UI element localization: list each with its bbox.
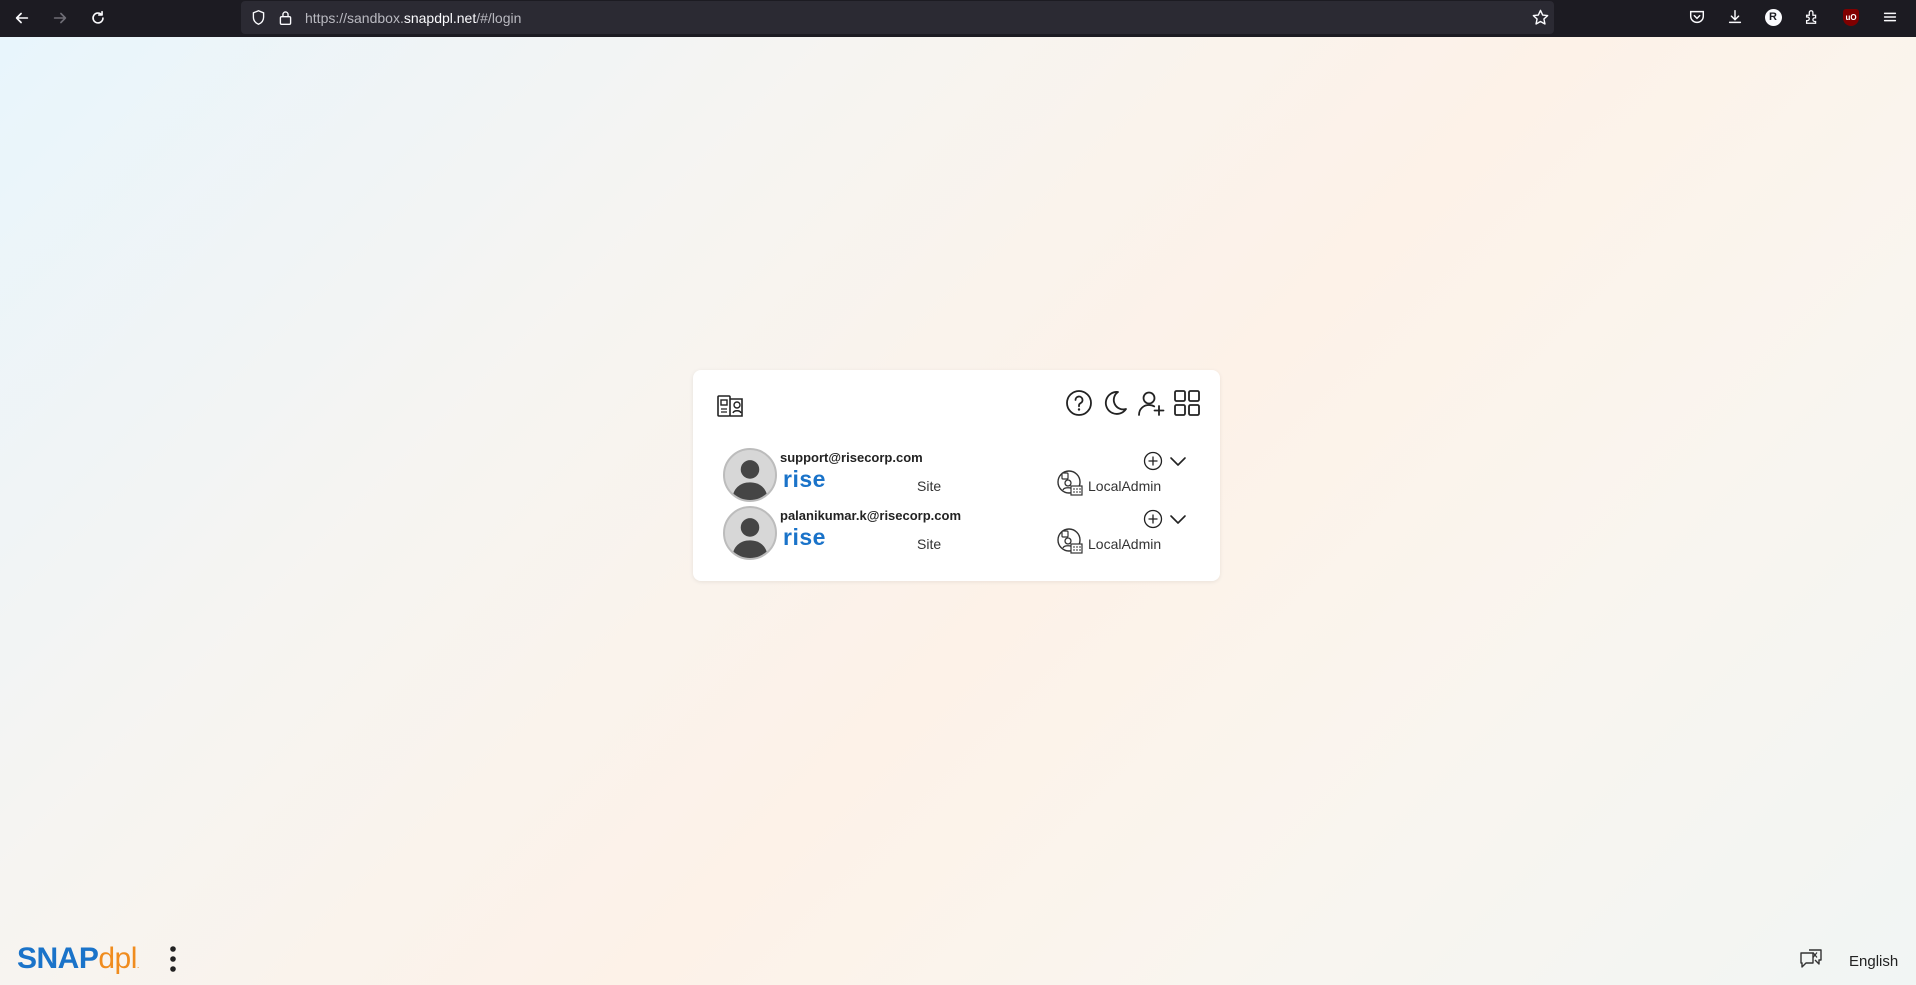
org-logo: rise: [783, 524, 826, 550]
chevron-down-icon[interactable]: [1169, 512, 1187, 526]
more-options-icon[interactable]: [164, 944, 182, 976]
local-admin-icon: [1056, 469, 1084, 497]
help-icon[interactable]: [1064, 388, 1094, 418]
pocket-icon[interactable]: [1687, 7, 1707, 27]
account-type: Site: [917, 536, 942, 552]
account-row[interactable]: support@risecorp.com rise Site LocalAdmi…: [723, 448, 1203, 504]
account-email: palanikumar.k@risecorp.com: [780, 508, 962, 523]
account-email: support@risecorp.com: [780, 450, 923, 465]
add-circle-icon[interactable]: [1143, 509, 1163, 529]
url-text[interactable]: https://sandbox.snapdpl.net/#/login: [305, 10, 521, 26]
url-bar[interactable]: https://sandbox.snapdpl.net/#/login: [241, 1, 1554, 34]
download-icon[interactable]: [1725, 7, 1745, 27]
account-role: LocalAdmin: [1088, 536, 1162, 552]
add-circle-icon[interactable]: [1143, 451, 1163, 471]
add-user-icon[interactable]: [1136, 388, 1166, 418]
forward-icon[interactable]: [47, 5, 73, 31]
menu-hamburger-icon[interactable]: [1880, 7, 1900, 27]
dark-mode-icon[interactable]: [1100, 388, 1130, 418]
account-role: LocalAdmin: [1088, 478, 1162, 494]
tracking-shield-icon[interactable]: [250, 9, 267, 26]
local-admin-icon: [1056, 527, 1084, 555]
org-logo: rise: [783, 466, 826, 492]
browser-toolbar: https://sandbox.snapdpl.net/#/login R uO: [0, 0, 1916, 37]
language-selector[interactable]: English: [1849, 953, 1898, 970]
bookmark-star-icon[interactable]: [1531, 8, 1550, 27]
lock-icon[interactable]: [277, 9, 294, 26]
account-row[interactable]: palanikumar.k@risecorp.com rise Site Loc…: [723, 506, 1203, 562]
avatar: [723, 506, 777, 560]
avatar: [723, 448, 777, 502]
chevron-down-icon[interactable]: [1169, 454, 1187, 468]
back-icon[interactable]: [9, 5, 35, 31]
profile-avatar[interactable]: R: [1763, 7, 1783, 27]
account-type: Site: [917, 478, 942, 494]
site-switch-icon[interactable]: [715, 391, 745, 421]
ublock-origin-icon[interactable]: uO: [1841, 7, 1861, 27]
snapdpl-logo: SNAPdpl.: [17, 942, 139, 975]
translate-icon[interactable]: [1797, 946, 1825, 974]
apps-grid-icon[interactable]: [1172, 388, 1202, 418]
extensions-icon[interactable]: [1802, 7, 1822, 27]
reload-icon[interactable]: [85, 5, 111, 31]
account-picker-card: support@risecorp.com rise Site LocalAdmi…: [693, 370, 1220, 581]
